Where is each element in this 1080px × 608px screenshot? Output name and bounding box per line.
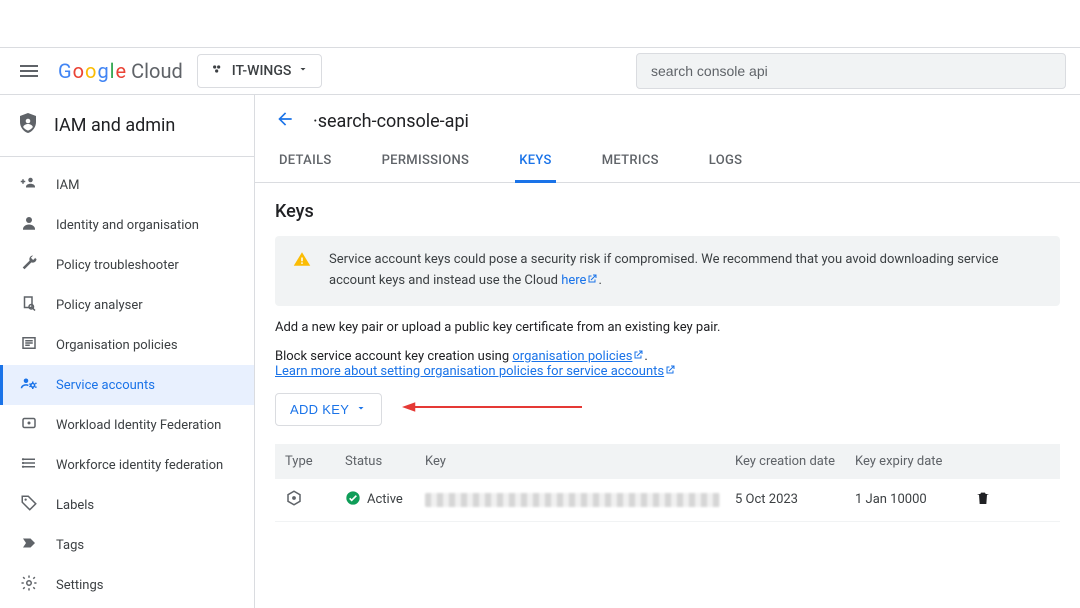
keys-table: Type Status Key Key creation date Key ex…	[275, 444, 1060, 522]
instruction-text: Add a new key pair or upload a public ke…	[275, 320, 1060, 335]
delete-key-button[interactable]	[975, 490, 1015, 510]
tab-metrics[interactable]: METRICS	[598, 143, 663, 182]
top-spacer	[0, 0, 1080, 47]
block-paragraph: Block service account key creation using…	[275, 349, 1060, 379]
sidebar-item-service-accounts[interactable]: Service accounts	[0, 365, 254, 405]
expiry-date: 1 Jan 10000	[855, 492, 975, 507]
header-bar: Google Cloud IT-WINGS	[0, 47, 1080, 95]
sidebar-item-policy-troubleshooter[interactable]: Policy troubleshooter	[0, 245, 254, 285]
project-name: IT-WINGS	[232, 63, 292, 79]
gear-icon	[20, 574, 38, 596]
sidebar-item-settings[interactable]: Settings	[0, 565, 254, 605]
tabs: DETAILS PERMISSIONS KEYS METRICS LOGS	[255, 143, 1080, 183]
org-policies-link[interactable]: organisation policies	[512, 349, 644, 364]
tag-icon	[20, 494, 38, 516]
back-arrow-button[interactable]	[275, 109, 295, 133]
tab-logs[interactable]: LOGS	[705, 143, 747, 182]
warning-text: Service account keys could pose a securi…	[329, 252, 998, 288]
section-heading: Keys	[275, 201, 1060, 222]
lines-icon	[20, 454, 38, 476]
sidebar-title: IAM and admin	[0, 95, 254, 156]
warning-icon	[293, 250, 311, 276]
project-picker[interactable]: IT-WINGS	[197, 54, 323, 88]
iam-shield-icon	[16, 111, 40, 140]
warning-here-link[interactable]: here	[561, 273, 598, 288]
google-cloud-logo[interactable]: Google Cloud	[58, 59, 183, 83]
wrench-icon	[20, 254, 38, 276]
add-key-button[interactable]: ADD KEY	[275, 393, 382, 426]
sidebar-item-identity-org[interactable]: Identity and organisation	[0, 205, 254, 245]
page-title: ·search-console-api	[313, 111, 469, 132]
search-input[interactable]	[636, 53, 1066, 89]
col-type: Type	[285, 454, 345, 469]
person-add-icon	[20, 174, 38, 196]
person-icon	[20, 214, 38, 236]
sidebar-item-labels[interactable]: Labels	[0, 485, 254, 525]
main-content: ·search-console-api DETAILS PERMISSIONS …	[255, 95, 1080, 608]
annotation-arrow	[402, 400, 582, 418]
chevron-down-icon	[297, 63, 309, 79]
table-row: Active 5 Oct 2023 1 Jan 10000	[275, 479, 1060, 522]
list-icon	[20, 334, 38, 356]
workload-identity-icon	[20, 414, 38, 436]
tags-icon	[20, 534, 38, 556]
hamburger-menu-icon[interactable]	[14, 59, 44, 83]
sidebar-item-workforce-identity[interactable]: Workforce identity federation	[0, 445, 254, 485]
sidebar-item-iam[interactable]: IAM	[0, 165, 254, 205]
chevron-down-icon	[355, 402, 367, 417]
warning-banner: Service account keys could pose a securi…	[275, 236, 1060, 306]
status-cell: Active	[345, 490, 425, 510]
check-circle-icon	[345, 490, 361, 510]
learn-more-link[interactable]: Learn more about setting organisation po…	[275, 364, 676, 379]
tab-permissions[interactable]: PERMISSIONS	[378, 143, 474, 182]
col-creation: Key creation date	[735, 454, 855, 469]
service-account-icon	[20, 374, 38, 396]
sidebar-item-workload-identity[interactable]: Workload Identity Federation	[0, 405, 254, 445]
sidebar-item-tags[interactable]: Tags	[0, 525, 254, 565]
redacted-key	[425, 493, 720, 507]
sidebar-item-policy-analyser[interactable]: Policy analyser	[0, 285, 254, 325]
col-key: Key	[425, 454, 735, 469]
external-link-icon	[632, 349, 644, 364]
table-header-row: Type Status Key Key creation date Key ex…	[275, 444, 1060, 479]
key-value-cell	[425, 493, 735, 507]
external-link-icon	[586, 273, 598, 288]
sidebar: IAM and admin IAM Identity and organisat…	[0, 95, 255, 608]
project-scope-icon	[210, 61, 226, 81]
col-expiry: Key expiry date	[855, 454, 975, 469]
key-type-icon	[285, 489, 345, 511]
creation-date: 5 Oct 2023	[735, 492, 855, 507]
external-link-icon	[664, 364, 676, 379]
divider	[0, 156, 254, 157]
search-box[interactable]	[636, 53, 1066, 89]
tab-keys[interactable]: KEYS	[515, 143, 555, 183]
policy-analyser-icon	[20, 294, 38, 316]
sidebar-item-organisation-policies[interactable]: Organisation policies	[0, 325, 254, 365]
col-status: Status	[345, 454, 425, 469]
tab-details[interactable]: DETAILS	[275, 143, 336, 182]
